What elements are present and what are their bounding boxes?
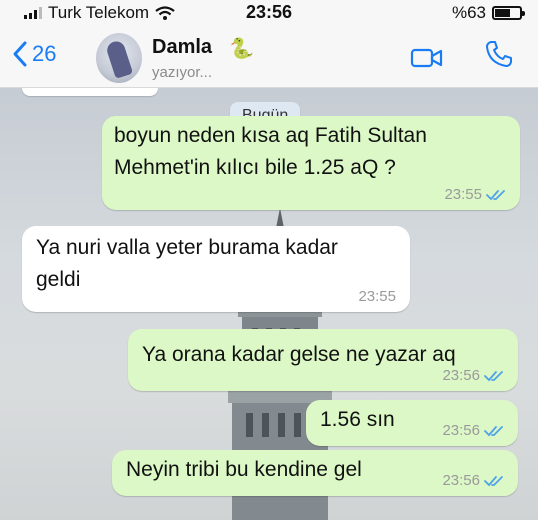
chat-header: 26 Damla 🐍 yazıyor... [0,26,538,88]
double-check-icon [484,476,503,487]
back-button[interactable]: 26 [12,40,56,68]
previous-message-fragment [22,88,158,96]
message-text: boyun neden kısa aq Fatih Sultan Mehmet'… [114,124,427,179]
video-call-button[interactable] [410,46,444,70]
message-time: 23:56 [442,472,480,489]
chevron-left-icon [13,41,27,67]
message-meta: 23:56 [442,423,504,439]
video-camera-icon [410,48,443,68]
contact-name[interactable]: Damla [152,36,212,59]
message-time: 23:56 [442,367,480,384]
message-time: 23:56 [442,422,480,439]
message-bubble-outgoing[interactable]: 1.56 sın 23:56 [306,400,518,446]
message-meta: 23:56 [442,368,504,384]
message-bubble-outgoing[interactable]: Ya orana kadar gelse ne yazar aq 23:56 [128,329,518,391]
typing-status: yazıyor... [152,64,213,81]
snake-emoji: 🐍 [229,38,254,60]
message-meta: 23:56 [442,473,504,489]
message-text: Ya nuri valla yeter burama kadar geldi [36,236,338,291]
double-check-icon [484,371,503,382]
battery-percent: %63 [451,3,486,22]
status-bar: Turk Telekom 23:56 %63 [0,0,538,26]
chat-area[interactable]: Bugün boyun neden kısa aq Fatih Sultan M… [0,88,538,520]
message-bubble-outgoing[interactable]: boyun neden kısa aq Fatih Sultan Mehmet'… [102,116,520,210]
message-bubble-incoming[interactable]: Ya nuri valla yeter burama kadar geldi 2… [22,226,410,312]
phone-icon [486,41,512,67]
voice-call-button[interactable] [484,39,514,69]
message-time: 23:55 [444,186,482,203]
battery-fill [495,9,511,17]
double-check-icon [484,426,503,437]
battery-icon [492,6,525,20]
message-time: 23:55 [358,288,396,305]
double-check-icon [486,190,505,201]
message-meta: 23:55 [444,187,506,203]
avatar[interactable] [96,33,142,83]
unread-count: 26 [32,41,57,66]
battery-status: %63 [451,3,525,23]
message-bubble-outgoing[interactable]: Neyin tribi bu kendine gel 23:56 [112,450,518,496]
message-meta: 23:55 [358,289,396,305]
